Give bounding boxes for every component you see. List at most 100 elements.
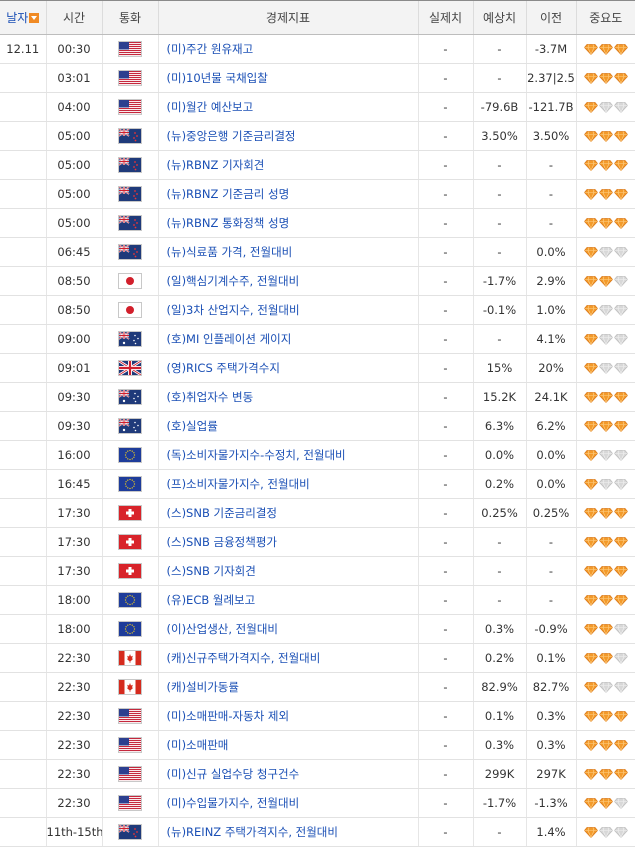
currency-cell [101,208,158,238]
date-cell [0,92,46,122]
previous-cell: - [525,150,576,180]
indicator-link[interactable]: (독)소비자물가지수-수정치, 전월대비 [167,448,346,462]
nz-flag-icon [118,128,142,144]
time-cell: 22:30 [45,643,102,673]
indicator-link[interactable]: (뉴)RBNZ 기준금리 성명 [167,187,290,201]
importance-cell [575,527,635,557]
actual-column-header: 실제치 [417,0,473,35]
uk-flag-icon [118,360,142,376]
indicator-link[interactable]: (미)월간 예산보고 [167,100,254,114]
indicator-cell: (미)10년물 국채입찰 [157,63,418,93]
forecast-cell: 6.3% [472,411,526,441]
importance-gems-icon [583,564,628,578]
previous-cell: 2.37|2.5 [525,63,576,93]
time-cell: 05:00 [45,179,102,209]
jp-flag-icon [118,273,142,289]
date-cell [0,585,46,615]
importance-cell [575,63,635,93]
sort-dropdown-icon[interactable] [29,13,40,23]
indicator-link[interactable]: (미)소매판매-자동차 제외 [167,709,290,723]
indicator-cell: (미)월간 예산보고 [157,92,418,122]
forecast-cell: 3.50% [472,121,526,151]
date-cell [0,469,46,499]
indicator-link[interactable]: (미)수입물가지수, 전월대비 [167,796,300,810]
importance-gems-icon [583,274,628,288]
indicator-link[interactable]: (호)MI 인플레이션 게이지 [167,332,292,346]
indicator-link[interactable]: (뉴)RBNZ 기자회견 [167,158,265,172]
importance-gems-icon [583,506,628,520]
previous-cell: 0.0% [525,440,576,470]
importance-cell [575,121,635,151]
table-row: 12.11 00:30 (미)주간 원유재고 - - -3.7M [0,34,635,64]
nz-flag-icon [118,215,142,231]
forecast-column-header: 예상치 [472,0,526,35]
actual-cell: - [417,34,473,64]
importance-cell [575,237,635,267]
indicator-link[interactable]: (미)소매판매 [167,738,229,752]
currency-cell [101,150,158,180]
importance-gems-icon [583,216,628,230]
time-cell: 16:00 [45,440,102,470]
indicator-link[interactable]: (호)실업률 [167,419,218,433]
actual-cell: - [417,63,473,93]
previous-column-header: 이전 [525,0,576,35]
table-row: 11th-15th (뉴)REINZ 주택가격지수, 전월대비 - -1.4% [0,817,635,847]
date-cell: 12.11 [0,34,46,64]
indicator-link[interactable]: (캐)설비가동률 [167,680,239,694]
indicator-link[interactable]: (미)신규 실업수당 청구건수 [167,767,300,781]
indicator-link[interactable]: (스)SNB 기준금리결정 [167,506,277,520]
indicator-link[interactable]: (호)취업자수 변동 [167,390,254,404]
indicator-link[interactable]: (일)3차 산업지수, 전월대비 [167,303,300,317]
indicator-link[interactable]: (미)주간 원유재고 [167,42,254,56]
currency-cell [101,411,158,441]
time-cell: 08:50 [45,266,102,296]
forecast-cell: - [472,150,526,180]
table-row: 22:30 (미)신규 실업수당 청구건수 -299K 297K [0,759,635,789]
date-cell [0,382,46,412]
time-cell: 22:30 [45,701,102,731]
previous-cell: - [525,179,576,209]
actual-cell: - [417,237,473,267]
actual-cell: - [417,382,473,412]
actual-cell: - [417,759,473,789]
importance-gems-icon [583,796,628,810]
previous-cell: - [525,208,576,238]
currency-cell [101,817,158,847]
indicator-link[interactable]: (미)10년물 국채입찰 [167,71,268,85]
indicator-link[interactable]: (캐)신규주택가격지수, 전월대비 [167,651,321,665]
indicator-link[interactable]: (일)핵심기계수주, 전월대비 [167,274,300,288]
indicator-link[interactable]: (뉴)RBNZ 통화정책 성명 [167,216,290,230]
date-column-header[interactable]: 날자 [0,0,46,35]
indicator-link[interactable]: (뉴)중앙은행 기준금리결정 [167,129,296,143]
table-row: 22:30 (미)수입물가지수, 전월대비 - -1.7% -1.3% [0,788,635,818]
importance-cell [575,440,635,470]
currency-cell [101,556,158,586]
currency-cell [101,585,158,615]
indicator-link[interactable]: (뉴)REINZ 주택가격지수, 전월대비 [167,825,338,839]
indicator-link[interactable]: (뉴)식료품 가격, 전월대비 [167,245,293,259]
indicator-cell: (뉴)RBNZ 기자회견 [157,150,418,180]
time-cell: 00:30 [45,34,102,64]
indicator-link[interactable]: (이)산업생산, 전월대비 [167,622,279,636]
time-cell: 05:00 [45,150,102,180]
indicator-link[interactable]: (스)SNB 금융정책평가 [167,535,277,549]
ch-flag-icon [118,563,142,579]
date-cell [0,759,46,789]
previous-cell: 297K [525,759,576,789]
forecast-cell: 0.2% [472,469,526,499]
date-cell [0,353,46,383]
time-cell: 18:00 [45,585,102,615]
indicator-link[interactable]: (영)RICS 주택가격수지 [167,361,280,375]
forecast-cell: 15% [472,353,526,383]
currency-cell [101,440,158,470]
previous-cell: - [525,556,576,586]
currency-cell [101,382,158,412]
previous-cell: 0.25% [525,498,576,528]
indicator-link[interactable]: (스)SNB 기자회견 [167,564,256,578]
table-row: 18:00 (유)ECB 월례보고 - - - [0,585,635,615]
forecast-cell: -1.7% [472,266,526,296]
indicator-link[interactable]: (프)소비자물가지수, 전월대비 [167,477,310,491]
table-row: 09:01 (영)RICS 주택가격수지 -15% 20% [0,353,635,383]
indicator-link[interactable]: (유)ECB 월례보고 [167,593,256,607]
indicator-cell: (스)SNB 기준금리결정 [157,498,418,528]
